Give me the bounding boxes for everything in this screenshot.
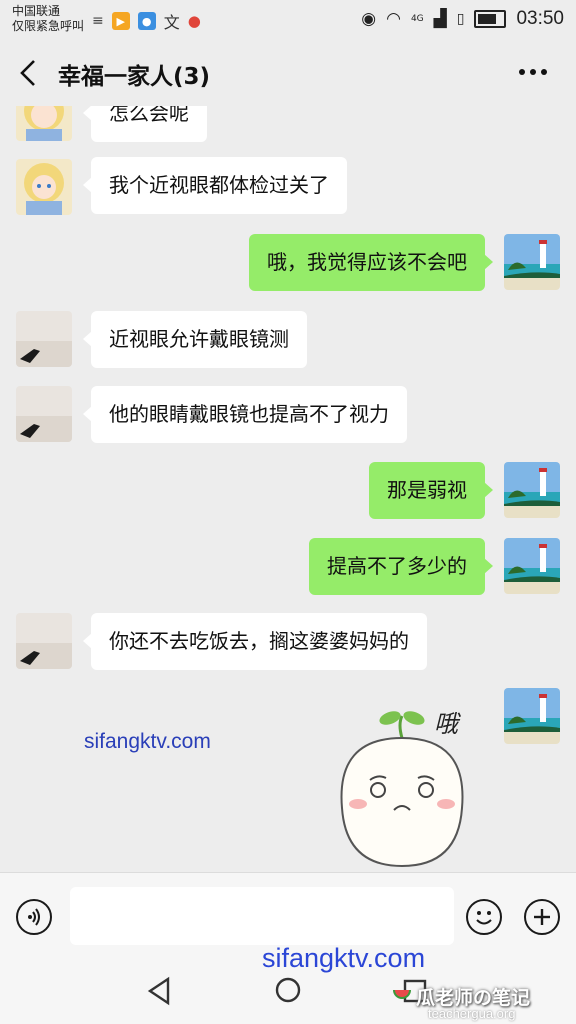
- lighthouse-beach-avatar-icon: [504, 538, 560, 594]
- chat-message-list[interactable]: 怎么会呢 我个近视眼都体检过关了 哦，我觉得应该不会吧 近视眼允许戴眼镜测 他的…: [0, 106, 576, 872]
- nav-home-button[interactable]: [274, 976, 302, 1004]
- more-dots-icon: [519, 69, 547, 75]
- my-avatar-beach[interactable]: [504, 538, 560, 594]
- sprout-character-sticker-icon: [340, 711, 464, 868]
- video-app-icon: ▶: [111, 12, 130, 30]
- emoji-button[interactable]: [466, 899, 502, 935]
- message-bubble[interactable]: 你还不去吃饭去，搁这婆婆妈妈的: [83, 613, 427, 670]
- emergency-only-text: 仅限紧急呼叫: [12, 19, 85, 33]
- contact-avatar-anime[interactable]: [16, 106, 72, 141]
- anime-girl-avatar-icon: [16, 159, 72, 215]
- more-options-button[interactable]: [516, 62, 550, 82]
- chat-app-icon: ●: [137, 12, 156, 30]
- message-outgoing: 哦，我觉得应该不会吧: [0, 234, 576, 294]
- my-avatar-beach[interactable]: [504, 688, 560, 744]
- status-bar: 中国联通 仅限紧急呼叫 ≡ ▶ ● 文 ● ◉ ◠ 4G ▟ ▯ 03:50: [0, 0, 576, 40]
- add-more-button[interactable]: [524, 899, 560, 935]
- wifi-icon: ◠: [386, 9, 401, 29]
- site-watermark: sifangktv.com: [84, 730, 211, 753]
- plus-icon: [534, 909, 550, 925]
- site-watermark-large: sifangktv.com: [262, 943, 426, 973]
- shoe-photo-avatar-icon: [16, 311, 72, 367]
- network-type-label: 4G: [410, 14, 424, 24]
- nav-back-button[interactable]: [146, 976, 174, 1006]
- carrier-name: 中国联通: [12, 4, 61, 18]
- contact-avatar-photo[interactable]: [16, 613, 72, 669]
- message-bubble[interactable]: 那是弱视: [369, 462, 493, 519]
- no-sim-icon: ▯: [456, 11, 465, 27]
- contact-avatar-anime[interactable]: [16, 159, 72, 215]
- eye-comfort-icon: ◉: [361, 9, 377, 29]
- message-input[interactable]: [70, 887, 454, 945]
- back-button[interactable]: [14, 56, 44, 90]
- clock: 03:50: [516, 8, 564, 29]
- message-bubble[interactable]: 怎么会呢: [83, 106, 207, 142]
- message-bubble[interactable]: 哦，我觉得应该不会吧: [249, 234, 493, 291]
- message-bubble[interactable]: 提高不了多少的: [309, 538, 493, 595]
- anime-girl-avatar-icon: [16, 106, 72, 141]
- message-bubble[interactable]: 近视眼允许戴眼镜测: [83, 311, 307, 368]
- contact-avatar-photo[interactable]: [16, 311, 72, 367]
- signal-notification-icon: ≡: [92, 13, 104, 29]
- brand-url-watermark: teachergua.org: [428, 1006, 516, 1021]
- lighthouse-beach-avatar-icon: [504, 234, 560, 290]
- sticker-caption: 哦: [434, 710, 458, 738]
- my-avatar-beach[interactable]: [504, 462, 560, 518]
- sprout-sticker[interactable]: 哦: [322, 698, 482, 868]
- lighthouse-beach-avatar-icon: [504, 688, 560, 744]
- message-incoming: 怎么会呢: [0, 106, 576, 145]
- shoe-photo-avatar-icon: [16, 386, 72, 442]
- message-incoming: 近视眼允许戴眼镜测: [0, 311, 576, 371]
- location-pin-icon: ●: [187, 12, 201, 30]
- message-incoming: 你还不去吃饭去，搁这婆婆妈妈的: [0, 613, 576, 673]
- notification-icons: ≡ ▶ ● 文 ●: [92, 9, 201, 33]
- message-bubble[interactable]: 我个近视眼都体检过关了: [83, 157, 347, 214]
- triangle-back-icon: [147, 976, 170, 1006]
- message-incoming: 他的眼睛戴眼镜也提高不了视力: [0, 386, 576, 446]
- system-status-icons: ◉ ◠ 4G ▟ ▯ 03:50: [361, 8, 564, 30]
- carrier-info: 中国联通 仅限紧急呼叫: [12, 4, 84, 34]
- cell-signal-icon: ▟: [433, 9, 447, 29]
- contact-avatar-photo[interactable]: [16, 386, 72, 442]
- shoe-photo-avatar-icon: [16, 613, 72, 669]
- smiley-icon: [476, 911, 492, 925]
- message-outgoing: 那是弱视: [0, 462, 576, 522]
- translate-icon: 文: [163, 13, 180, 32]
- message-outgoing: 提高不了多少的: [0, 538, 576, 598]
- my-avatar-beach[interactable]: [504, 234, 560, 290]
- voice-toggle-button[interactable]: [16, 899, 52, 935]
- chat-header: 幸福一家人(3): [0, 40, 576, 106]
- chevron-left-icon: [20, 60, 35, 86]
- message-bubble[interactable]: 他的眼睛戴眼镜也提高不了视力: [83, 386, 407, 443]
- voice-icon: [28, 908, 40, 926]
- message-incoming: 我个近视眼都体检过关了: [0, 157, 576, 217]
- lighthouse-beach-avatar-icon: [504, 462, 560, 518]
- battery-icon: [474, 10, 507, 28]
- message-outgoing-sticker: 哦: [0, 688, 576, 868]
- chat-title: 幸福一家人(3): [58, 64, 211, 90]
- watermelon-logo-icon: [391, 982, 413, 1004]
- circle-home-icon: [275, 977, 301, 1003]
